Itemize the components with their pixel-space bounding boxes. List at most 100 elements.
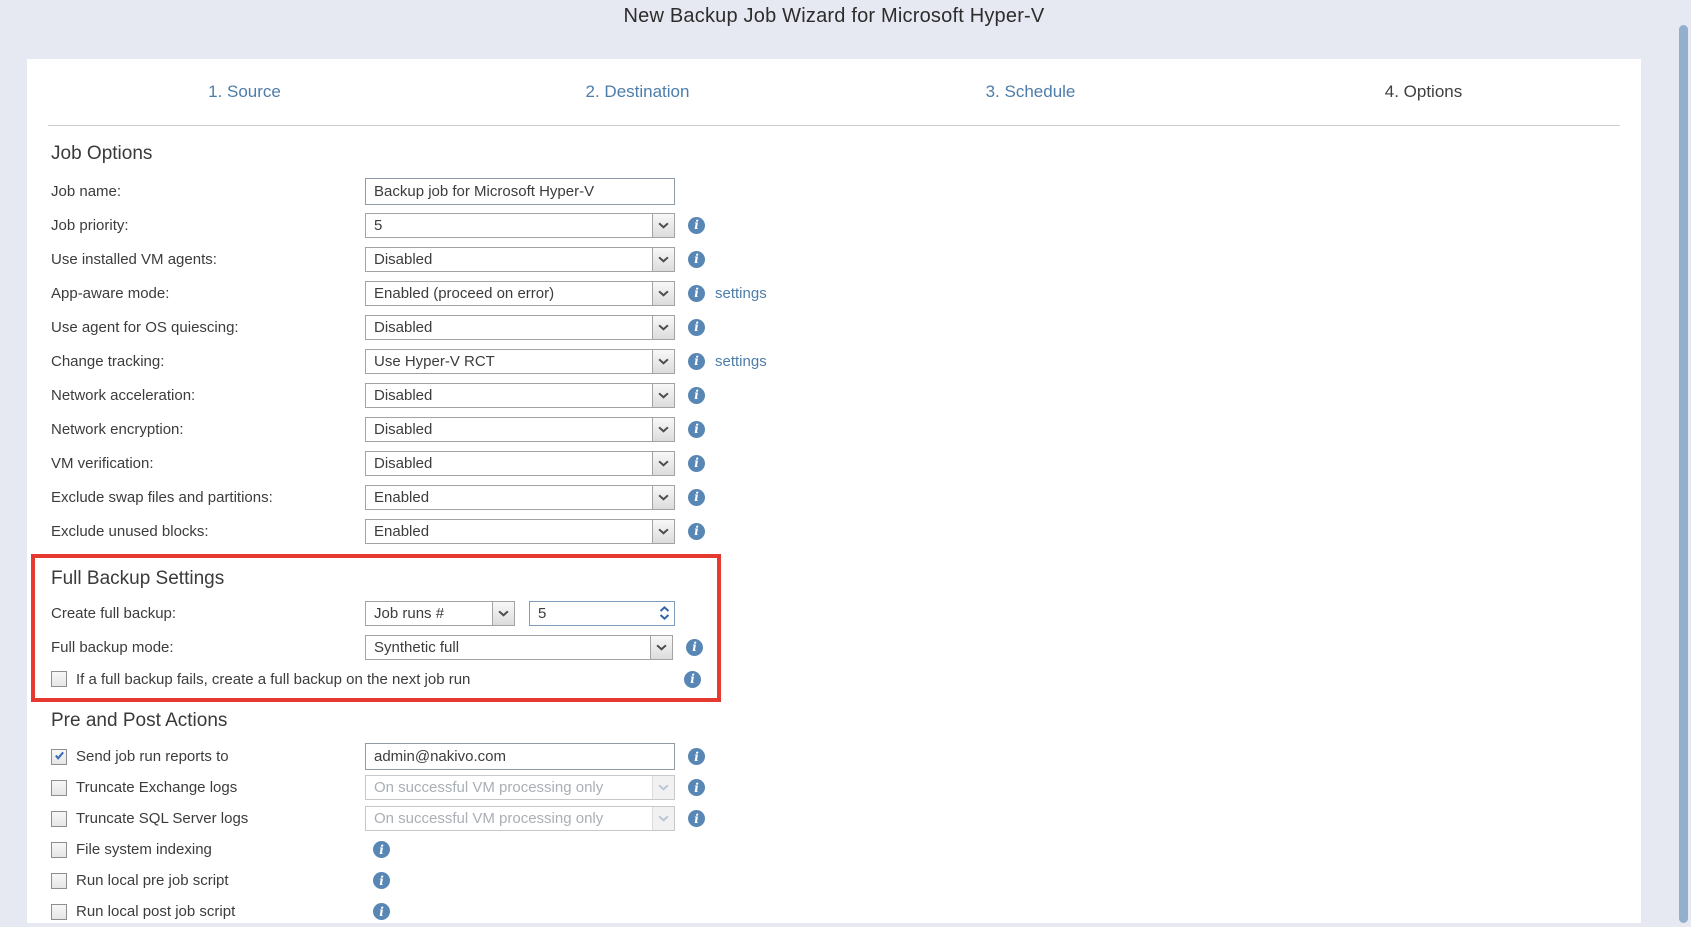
chevron-down-icon: [652, 248, 674, 271]
form-row-change-tracking: Change tracking: Use Hyper-V RCT i setti…: [51, 344, 1641, 378]
section-heading-job-options: Job Options: [51, 143, 1641, 165]
spinner-arrows[interactable]: [654, 602, 674, 625]
full-backup-count-input[interactable]: [530, 602, 654, 625]
check-icon: [54, 750, 65, 761]
send-reports-checkbox[interactable]: [51, 749, 67, 765]
report-email-input[interactable]: [365, 743, 675, 770]
create-full-backup-select[interactable]: Job runs #: [365, 601, 515, 626]
form-row-truncate-sql: Truncate SQL Server logs On successful V…: [51, 803, 1641, 834]
chevron-up-icon: [659, 606, 670, 612]
chevron-down-icon: [652, 486, 674, 509]
field-label: Use agent for OS quiescing:: [51, 319, 365, 336]
chevron-down-icon: [652, 282, 674, 305]
form-row-pre-job-script: Run local pre job script i: [51, 865, 1641, 896]
field-label: App-aware mode:: [51, 285, 365, 302]
info-icon[interactable]: i: [688, 387, 705, 404]
info-icon[interactable]: i: [688, 251, 705, 268]
os-quiescing-select[interactable]: Disabled: [365, 315, 675, 340]
form-row-job-name: Job name:: [51, 174, 1641, 208]
job-name-input[interactable]: [365, 178, 675, 205]
info-icon[interactable]: i: [688, 489, 705, 506]
exclude-swap-select[interactable]: Enabled: [365, 485, 675, 510]
chevron-down-icon: [659, 614, 670, 620]
truncate-exchange-checkbox[interactable]: [51, 780, 67, 796]
info-icon[interactable]: i: [688, 810, 705, 827]
form-row-app-aware: App-aware mode: Enabled (proceed on erro…: [51, 276, 1641, 310]
info-icon[interactable]: i: [688, 319, 705, 336]
change-tracking-select[interactable]: Use Hyper-V RCT: [365, 349, 675, 374]
info-icon[interactable]: i: [373, 903, 390, 920]
window-title-bar: New Backup Job Wizard for Microsoft Hype…: [27, 0, 1641, 59]
app-aware-select[interactable]: Enabled (proceed on error): [365, 281, 675, 306]
info-icon[interactable]: i: [373, 841, 390, 858]
field-label: Full backup mode:: [51, 639, 365, 656]
info-icon[interactable]: i: [688, 523, 705, 540]
settings-link[interactable]: settings: [715, 285, 767, 302]
page-title: New Backup Job Wizard for Microsoft Hype…: [624, 5, 1045, 28]
field-label: Use installed VM agents:: [51, 251, 365, 268]
vertical-scrollbar-thumb[interactable]: [1679, 25, 1688, 923]
form-row-network-encryption: Network encryption: Disabled i: [51, 412, 1641, 446]
form-row-job-priority: Job priority: 5 i: [51, 208, 1641, 242]
chevron-down-icon: [652, 452, 674, 475]
info-icon[interactable]: i: [688, 421, 705, 438]
info-icon[interactable]: i: [688, 353, 705, 370]
chevron-down-icon: [652, 214, 674, 237]
truncate-sql-checkbox[interactable]: [51, 811, 67, 827]
info-icon[interactable]: i: [688, 779, 705, 796]
info-icon[interactable]: i: [686, 639, 703, 656]
pre-job-script-checkbox[interactable]: [51, 873, 67, 889]
chevron-down-icon: [492, 602, 514, 625]
post-job-script-checkbox[interactable]: [51, 904, 67, 920]
info-icon[interactable]: i: [684, 671, 701, 688]
form-row-network-acceleration: Network acceleration: Disabled i: [51, 378, 1641, 412]
form-row-truncate-exchange: Truncate Exchange logs On successful VM …: [51, 772, 1641, 803]
field-label: Job name:: [51, 183, 365, 200]
tab-destination[interactable]: 2. Destination: [441, 59, 834, 125]
info-icon[interactable]: i: [688, 285, 705, 302]
full-backup-highlight-box: Full Backup Settings Create full backup:…: [31, 554, 721, 702]
chevron-down-icon: [652, 384, 674, 407]
tab-schedule[interactable]: 3. Schedule: [834, 59, 1227, 125]
form-row-exclude-swap: Exclude swap files and partitions: Enabl…: [51, 480, 1641, 514]
tab-source[interactable]: 1. Source: [48, 59, 441, 125]
vm-agents-select[interactable]: Disabled: [365, 247, 675, 272]
form-row-exclude-unused: Exclude unused blocks: Enabled i: [51, 514, 1641, 548]
vm-verification-select[interactable]: Disabled: [365, 451, 675, 476]
chevron-down-icon: [652, 418, 674, 441]
section-heading-pre-post: Pre and Post Actions: [51, 710, 1641, 732]
form-row-full-backup-mode: Full backup mode: Synthetic full i: [51, 630, 703, 664]
form-row-vm-agents: Use installed VM agents: Disabled i: [51, 242, 1641, 276]
full-backup-count-spinner[interactable]: [529, 601, 675, 626]
checkbox-label: Truncate Exchange logs: [76, 779, 237, 796]
info-icon[interactable]: i: [688, 217, 705, 234]
exchange-logs-select: On successful VM processing only: [365, 775, 675, 800]
checkbox-label: Truncate SQL Server logs: [76, 810, 248, 827]
checkbox-label: Run local post job script: [76, 903, 235, 920]
full-backup-mode-select[interactable]: Synthetic full: [365, 635, 673, 660]
chevron-down-icon: [650, 636, 672, 659]
field-label: Change tracking:: [51, 353, 365, 370]
field-label: VM verification:: [51, 455, 365, 472]
form-row-full-backup-fail: If a full backup fails, create a full ba…: [51, 664, 703, 694]
full-backup-fail-checkbox[interactable]: [51, 671, 67, 687]
checkbox-label: File system indexing: [76, 841, 212, 858]
checkbox-label: Run local pre job script: [76, 872, 229, 889]
network-acceleration-select[interactable]: Disabled: [365, 383, 675, 408]
info-icon[interactable]: i: [688, 748, 705, 765]
job-priority-select[interactable]: 5: [365, 213, 675, 238]
network-encryption-select[interactable]: Disabled: [365, 417, 675, 442]
field-label: Exclude unused blocks:: [51, 523, 365, 540]
form-row-os-quiescing: Use agent for OS quiescing: Disabled i: [51, 310, 1641, 344]
chevron-down-icon: [652, 807, 674, 830]
wizard-panel: 1. Source 2. Destination 3. Schedule 4. …: [27, 59, 1641, 923]
chevron-down-icon: [652, 316, 674, 339]
tab-options[interactable]: 4. Options: [1227, 59, 1620, 125]
field-label: Job priority:: [51, 217, 365, 234]
file-indexing-checkbox[interactable]: [51, 842, 67, 858]
exclude-unused-select[interactable]: Enabled: [365, 519, 675, 544]
info-icon[interactable]: i: [688, 455, 705, 472]
form-row-file-indexing: File system indexing i: [51, 834, 1641, 865]
info-icon[interactable]: i: [373, 872, 390, 889]
settings-link[interactable]: settings: [715, 353, 767, 370]
